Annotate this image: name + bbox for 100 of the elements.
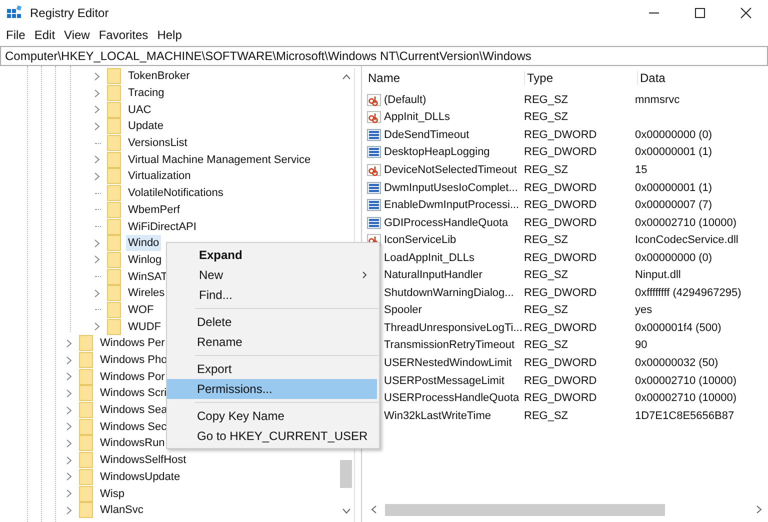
value-type: REG_DWORD (524, 146, 598, 158)
menu-item[interactable]: Permissions... (167, 379, 377, 399)
menu-item[interactable]: Rename (167, 332, 377, 352)
address-bar[interactable]: Computer\HKEY_LOCAL_MACHINE\SOFTWARE\Microsoft\Windows NT\CurrentVersion\Windows (0, 46, 768, 66)
value-data: 0xffffffff (4294967295) (635, 286, 742, 299)
tree-item[interactable]: Windows Por (98, 368, 167, 385)
menu-item[interactable]: Find... (169, 285, 377, 305)
tree-item[interactable]: WUDF (126, 318, 163, 335)
column-header[interactable]: Type (525, 71, 638, 85)
menu-item[interactable]: File (2, 28, 30, 42)
value-name: NaturalInputHandler (384, 269, 484, 282)
value-name: ThreadUnresponsiveLogTi... (384, 322, 524, 334)
menu-item[interactable]: Favorites (94, 28, 154, 42)
folder-icon (79, 352, 93, 368)
value-type: REG_SZ (524, 164, 570, 176)
value-name: DdeSendTimeout (384, 128, 470, 141)
folder-icon (79, 502, 93, 518)
value-data: 0x00002710 (10000) (635, 392, 737, 404)
folder-icon (107, 202, 121, 218)
value-data: 0x00000001 (1) (635, 146, 712, 158)
folder-icon (107, 135, 121, 152)
value-type: REG_SZ (524, 234, 570, 246)
scrollbar-thumb[interactable] (385, 504, 665, 516)
tree-item[interactable]: WOF (126, 302, 156, 318)
value-name: TransmissionRetryTimeout (384, 339, 516, 352)
tree-item[interactable]: Winlog (126, 252, 164, 268)
scrollbar-thumb[interactable] (340, 460, 352, 488)
value-name: (Default) (384, 94, 428, 106)
scroll-left-icon[interactable] (371, 505, 377, 514)
value-type: REG_SZ (524, 94, 570, 106)
folder-icon (107, 152, 121, 168)
value-data: 90 (635, 339, 648, 352)
value-name: IconServiceLib (384, 234, 458, 246)
tree-item[interactable]: WbemPerf (126, 202, 182, 218)
scroll-down-icon[interactable] (342, 508, 350, 514)
menu-item[interactable]: Edit (30, 28, 60, 42)
folder-icon (107, 118, 121, 134)
column-header[interactable]: Data (638, 71, 666, 85)
binary-value-icon (367, 199, 381, 212)
tree-item[interactable]: WiFiDirectAPI (126, 218, 198, 235)
tree-item[interactable]: VersionsList (126, 135, 190, 152)
maximize-icon[interactable] (694, 6, 706, 18)
column-header[interactable]: Name (367, 71, 525, 85)
value-name: DeviceNotSelectedTimeout (384, 164, 518, 176)
tree-item[interactable]: WlanSvc (98, 502, 146, 518)
close-icon[interactable] (740, 6, 752, 18)
tree-item[interactable]: Wireles (126, 285, 167, 302)
tree-item[interactable]: VolatileNotifications (126, 185, 226, 202)
tree-item[interactable]: UAC (126, 102, 154, 118)
menu-item[interactable]: Delete (167, 312, 377, 332)
binary-value-icon (367, 146, 381, 158)
value-data: 0x00000000 (0) (635, 128, 712, 141)
string-value-icon (367, 94, 381, 106)
value-type: REG_DWORD (524, 128, 598, 141)
value-data: IconCodecService.dll (635, 234, 738, 246)
tree-item[interactable]: Virtualization (126, 168, 193, 184)
tree-item[interactable]: WindowsSelfHost (98, 452, 188, 468)
value-type: REG_DWORD (524, 286, 598, 299)
tree-item[interactable]: TokenBroker (126, 68, 192, 84)
menu-item[interactable]: Copy Key Name (167, 406, 377, 426)
scroll-right-icon[interactable] (756, 505, 762, 514)
tree-item[interactable]: Windows Scri (98, 385, 169, 402)
binary-value-icon (367, 182, 381, 194)
value-name: AppInit_DLLs (384, 111, 452, 124)
menu-item[interactable]: View (60, 28, 95, 42)
menu-item[interactable]: Go to HKEY_CURRENT_USER (167, 426, 377, 446)
folder-icon (107, 318, 121, 335)
value-data: 1D7E1C8E5656B87 (635, 410, 734, 422)
tree-item[interactable]: Update (126, 118, 166, 134)
tree-item[interactable]: Windows Sec (98, 418, 169, 435)
value-name: ShutdownWarningDialog... (384, 286, 515, 299)
value-type: REG_DWORD (524, 374, 598, 387)
value-data: 0x00000001 (1) (635, 182, 712, 194)
value-type: REG_DWORD (524, 252, 598, 264)
scroll-up-icon[interactable] (342, 74, 350, 80)
menu-item[interactable]: Help (153, 28, 187, 42)
menu-item[interactable]: New (169, 265, 377, 285)
tree-item[interactable]: WinSAT (126, 268, 170, 285)
value-name: Win32kLastWriteTime (384, 410, 492, 422)
value-data: yes (635, 304, 652, 316)
folder-icon (79, 402, 93, 418)
tree-item[interactable]: Windows Per (98, 335, 167, 352)
chevron-icon[interactable] (94, 322, 100, 332)
folder-icon (79, 435, 93, 452)
value-type: REG_SZ (524, 111, 570, 124)
chevron-icon[interactable] (94, 288, 100, 298)
tree-item[interactable]: Virtual Machine Management Service (126, 152, 313, 168)
value-data: 15 (635, 164, 648, 176)
menu-item[interactable]: Export (167, 359, 377, 379)
window-title: Registry Editor (30, 6, 109, 20)
tree-item[interactable]: Wisp (98, 486, 126, 502)
folder-icon (79, 335, 93, 352)
folder-icon (107, 268, 121, 285)
value-type: REG_DWORD (524, 356, 598, 369)
value-name: LoadAppInit_DLLs (384, 252, 476, 264)
tree-item[interactable]: Windo (126, 235, 162, 252)
tree-item[interactable]: WindowsRun (98, 435, 167, 452)
menu-item[interactable]: Expand (169, 245, 377, 265)
tree-item[interactable]: WindowsUpdate (98, 468, 182, 485)
tree-item[interactable]: Tracing (126, 85, 166, 102)
